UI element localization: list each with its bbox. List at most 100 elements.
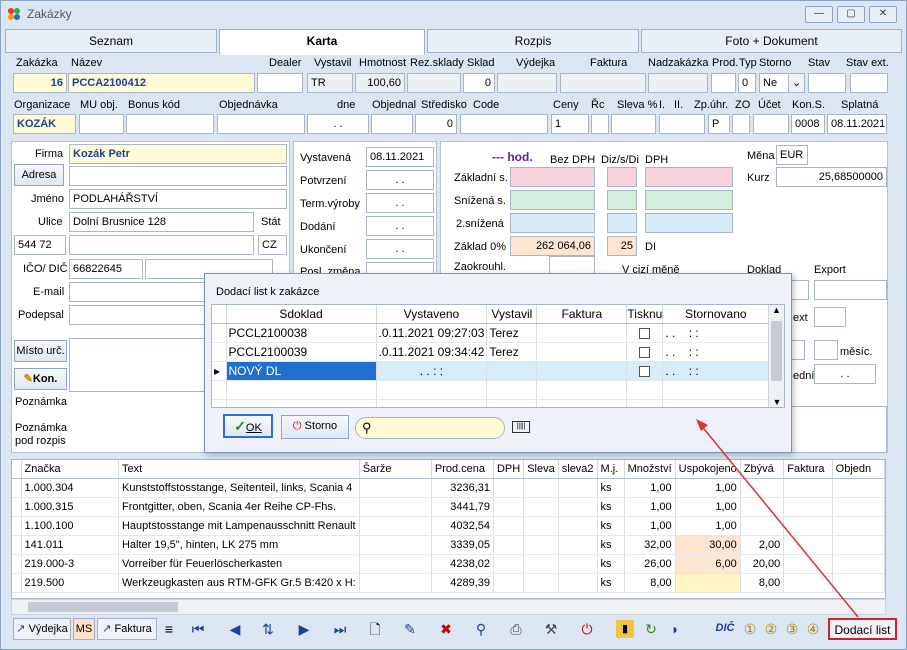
chevron-down-icon[interactable]: ⌄ [788,74,804,92]
dialog-col-sdoklad[interactable]: Sdoklad [226,305,377,324]
stav-field[interactable] [808,73,846,93]
scroll-up-icon[interactable]: ▲ [769,305,784,315]
row-indicator[interactable] [12,497,22,517]
zp-uhr-field[interactable]: P [708,114,730,134]
cell-uspokojeno[interactable]: 1,00 [675,516,741,536]
cell-sleva2[interactable] [558,478,598,498]
snizena2-bez-dph[interactable] [510,213,595,233]
row-indicator[interactable] [12,516,22,536]
zakladni-bez-dph[interactable] [510,167,595,187]
cell-sdoklad[interactable]: PCCL2100039 [226,342,377,362]
dialog-search-input[interactable]: ⚲ [355,417,505,439]
cell-objedn[interactable] [832,497,885,517]
cell-tisknu[interactable] [626,361,664,381]
wave-icon[interactable]: ◗ [666,620,684,638]
cell-uspokojeno[interactable]: 6,00 [675,554,741,574]
col-sleva2[interactable]: sleva2 [558,460,598,479]
dialog-col-vystaveno[interactable]: Vystaveno [376,305,488,324]
vystavil-field[interactable]: TR [307,73,353,93]
cell-stornovano[interactable]: . . : : [662,323,770,343]
cell-sarze[interactable] [359,478,432,498]
sleva-field[interactable] [611,114,656,134]
rc-field[interactable] [591,114,609,134]
dealer-field[interactable] [257,73,303,93]
cell-zbyva[interactable]: 8,00 [740,573,785,593]
vydejka-button[interactable]: ↗ Výdejka [13,618,71,640]
refresh-icon[interactable]: ↻ [642,620,660,638]
cell-prod-cena[interactable]: 3236,31 [431,478,494,498]
cell-znacka[interactable]: 219.000-3 [21,554,119,574]
stav-ext-field[interactable] [850,73,888,93]
cell-dph[interactable] [493,554,525,574]
cell-sleva2[interactable] [558,554,598,574]
row-indicator[interactable] [12,554,22,574]
zo-field[interactable] [732,114,750,134]
tisknu-checkbox[interactable] [639,346,651,358]
cell-zbyva[interactable] [740,516,785,536]
row-indicator[interactable]: ▸ [212,361,227,381]
col-sarze[interactable]: Šarže [359,460,432,479]
table-row[interactable]: 1.100.100 Hauptstosstange mit Lampenaussc… [12,516,885,536]
cell-uspokojeno[interactable]: 30,00 [675,535,741,555]
cell-faktura[interactable] [783,516,833,536]
power-icon[interactable]: ⏻ [578,620,596,638]
ulice-field[interactable]: Dolní Brusnice 128 [69,212,254,232]
cell-sdoklad[interactable]: NOVÝ DL [226,361,377,381]
mesto-field[interactable] [69,235,254,255]
zaklad0-field[interactable]: 262 064,06 [510,236,595,256]
cell-objedn[interactable] [832,573,885,593]
horizontal-scroll-thumb[interactable] [28,602,178,612]
cell-mj[interactable]: ks [597,516,625,536]
col-zbyva[interactable]: Zbývá [740,460,785,479]
tisknu-checkbox[interactable] [639,327,651,339]
cell-text[interactable]: Vorreiber für Feuerlöscherkasten [118,554,360,574]
col-znacka[interactable]: Značka [21,460,119,479]
ceny-field[interactable]: 1 [551,114,589,134]
cell-mj[interactable]: ks [597,478,625,498]
misto-urc-button[interactable]: Místo urč. [14,340,67,362]
stredisko-field[interactable]: 0 [415,114,457,134]
cell-mj[interactable]: ks [597,554,625,574]
cell-objedn[interactable] [832,516,885,536]
snizena-bez-dph[interactable] [510,190,595,210]
dic-button[interactable]: DIČ [713,618,737,640]
psc-field[interactable]: 544 72 [14,235,66,255]
dialog-col-faktura[interactable]: Faktura [536,305,628,324]
dialog-vertical-scrollbar[interactable]: ▲ ▼ [768,305,784,407]
previous-record-icon[interactable]: ◀ [226,620,244,638]
cell-mj[interactable]: ks [597,497,625,517]
cell-prod-cena[interactable]: 4238,02 [431,554,494,574]
next-record-icon[interactable]: ▶ [295,620,313,638]
cell-sarze[interactable] [359,516,432,536]
table-row[interactable]: 1.000.315 Frontgitter, oben, Scania 4er R… [12,497,885,517]
cell-sleva[interactable] [523,573,559,593]
cell-zbyva[interactable]: 2,00 [740,535,785,555]
snizena-dph[interactable] [645,190,733,210]
term-vyroby-field[interactable]: . . [366,193,434,213]
new-document-icon[interactable]: 🗋 [366,620,384,638]
row-indicator[interactable] [212,323,227,343]
row-indicator[interactable] [12,573,22,593]
col-dph[interactable]: DPH [493,460,525,479]
cell-dph[interactable] [493,535,525,555]
cell-prod-cena[interactable]: 4032,54 [431,516,494,536]
cell-sleva[interactable] [523,554,559,574]
objednavka-field[interactable] [217,114,305,134]
first-record-icon[interactable]: ⏮ [189,620,207,638]
kon-button[interactable]: ✎Kon. [14,368,67,390]
cell-mnozstvi[interactable]: 32,00 [624,535,676,555]
col-prod-cena[interactable]: Prod.cena [431,460,494,479]
table-row[interactable]: 219.500 Werkzeugkasten aus RTM-GFK Gr.5 B… [12,573,885,593]
report-1-icon[interactable]: ① [741,620,759,638]
delete-icon[interactable]: ✖ [437,620,455,638]
ucet-field[interactable] [753,114,789,134]
zakladni-dph[interactable] [645,167,733,187]
last-record-icon[interactable]: ⏭ [331,620,349,638]
cell-objedn[interactable] [832,478,885,498]
search-binoculars-icon[interactable]: ⚲ [472,620,490,638]
cell-objedn[interactable] [832,535,885,555]
ok-button[interactable]: ✓OK [223,414,273,438]
mesic-field[interactable] [814,340,838,360]
splatna-field[interactable]: 08.11.2021 [827,114,887,134]
nadzakazka-field[interactable] [648,73,708,93]
